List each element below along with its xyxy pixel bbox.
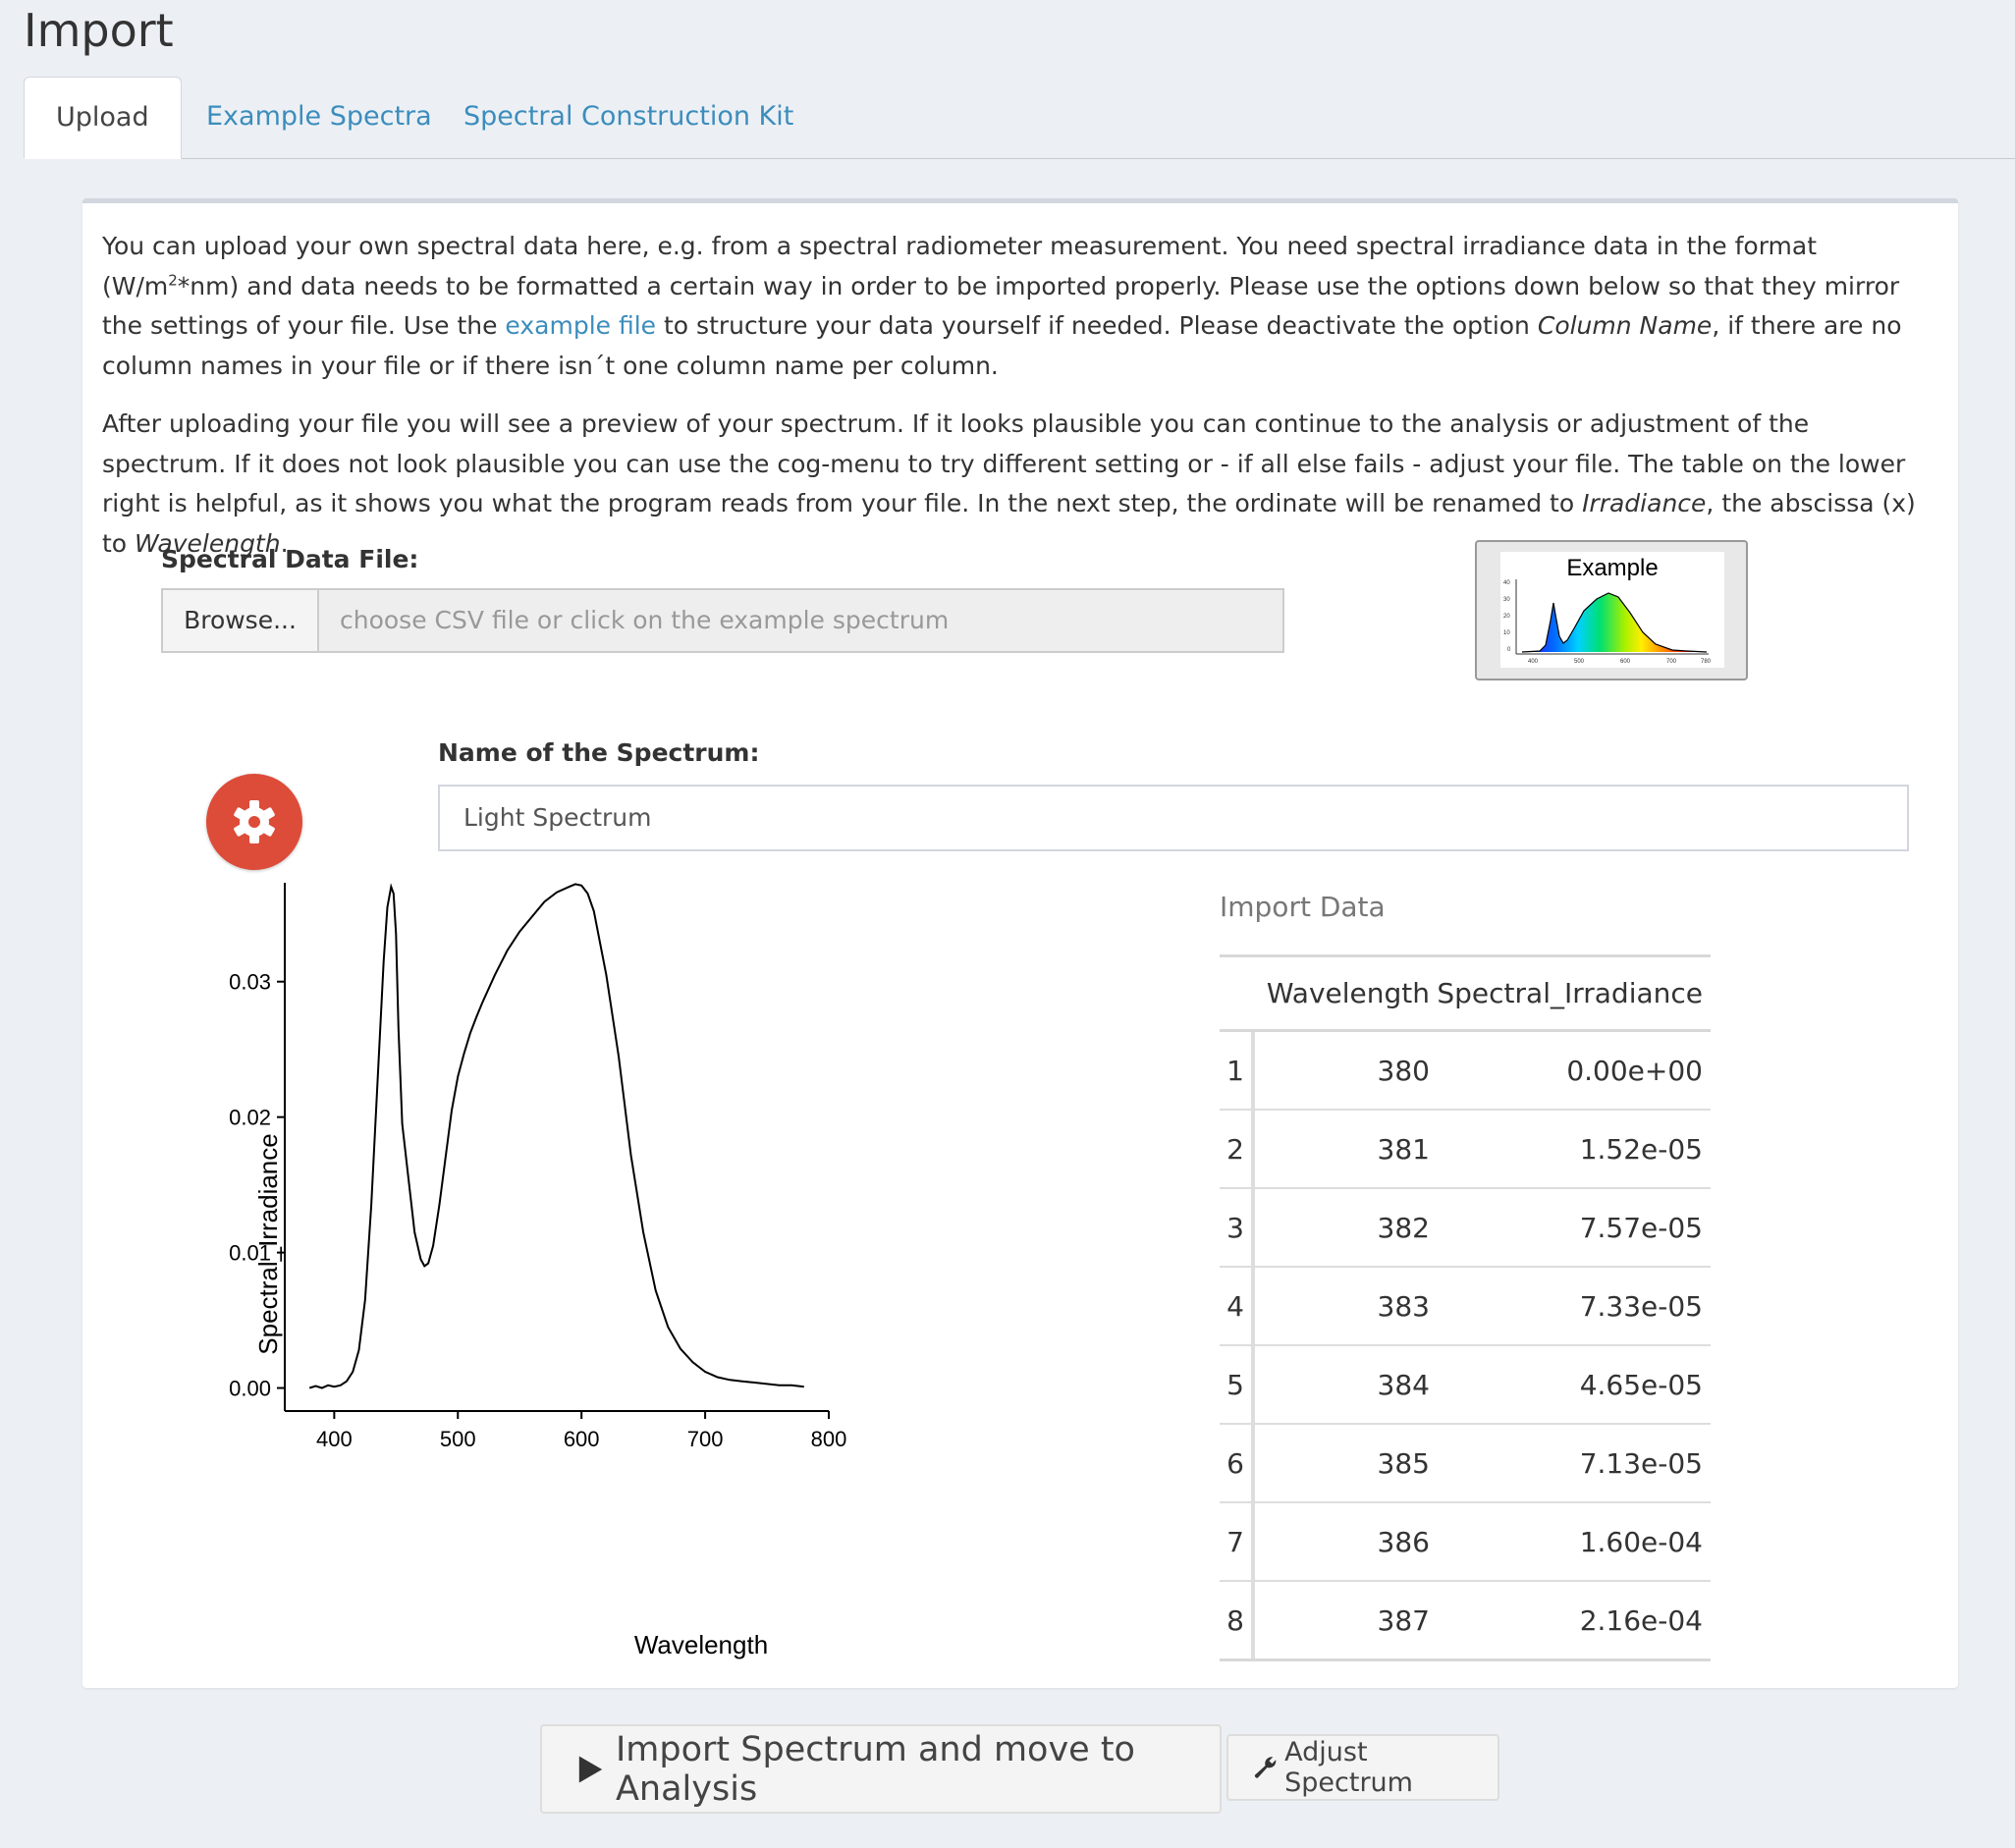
wavelength-cell: 384 [1377,1368,1430,1401]
spectral-irradiance-cell: 7.33e-05 [1579,1289,1703,1323]
row-index: 4 [1220,1268,1255,1344]
spectrum-name-input[interactable]: Light Spectrum [438,785,1909,851]
y-tick-label: 0.00 [229,1377,271,1401]
table-row: 1 380 0.00e+00 [1220,1032,1711,1111]
example-y-tick: 40 [1503,580,1510,586]
wavelength-cell: 382 [1377,1211,1430,1244]
chart-axes [284,883,829,1412]
example-spectrum-button[interactable]: Example 40 30 20 10 0 400 500 600 700 78… [1475,540,1748,680]
table-row: 5 384 4.65e-05 [1220,1346,1711,1425]
example-y-tick: 30 [1503,597,1510,603]
x-tick-label: 600 [564,1427,600,1451]
example-x-tick: 400 [1528,659,1539,665]
file-input[interactable]: Browse... choose CSV file or click on th… [161,588,1284,653]
table-header: Wavelength Spectral_Irradiance [1220,954,1711,1032]
x-axis-ticks: 400 500 600 700 800 [316,1411,846,1451]
column-header [1220,957,1255,1029]
spectral-irradiance-cell: 7.57e-05 [1579,1211,1703,1244]
column-header-spectral-irradiance: Spectral_Irradiance [1437,977,1703,1009]
spectral-irradiance-cell: 4.65e-05 [1579,1368,1703,1401]
wavelength-cell: 386 [1377,1525,1430,1558]
row-index: 6 [1220,1425,1255,1501]
row-index: 2 [1220,1111,1255,1187]
table-row: 6 385 7.13e-05 [1220,1425,1711,1503]
spectrum-line [308,883,804,1389]
y-tick-label: 0.02 [229,1106,271,1130]
wavelength-cell: 381 [1377,1132,1430,1166]
browse-button[interactable]: Browse... [163,590,319,651]
table-row: 8 387 2.16e-04 [1220,1582,1711,1661]
wrench-icon [1254,1757,1277,1778]
example-y-tick: 20 [1503,614,1510,620]
row-index: 5 [1220,1346,1255,1423]
adjust-button-label: Adjust Spectrum [1284,1737,1413,1798]
spectrum-name-label: Name of the Spectrum: [438,738,760,767]
wavelength-cell: 380 [1377,1054,1430,1087]
superscript: 2 [168,271,178,290]
tab-spectral-construction-kit[interactable]: Spectral Construction Kit [432,77,825,157]
table-row: 7 386 1.60e-04 [1220,1503,1711,1582]
tab-upload[interactable]: Upload [24,77,182,159]
example-spectrum-thumbnail: Example 40 30 20 10 0 400 500 600 700 78… [1500,552,1724,668]
example-title: Example [1566,555,1658,581]
file-placeholder: choose CSV file or click on the example … [340,606,950,634]
y-tick-label: 0.03 [229,970,271,995]
emphasis: Column Name [1537,311,1713,340]
file-input-label: Spectral Data File: [161,545,419,573]
wavelength-cell: 387 [1377,1603,1430,1637]
import-data-table: Wavelength Spectral_Irradiance 1 380 0.00e… [1220,954,1711,1661]
row-index: 8 [1220,1582,1255,1658]
table-row: 2 381 1.52e-05 [1220,1111,1711,1189]
example-y-tick: 10 [1503,630,1510,636]
row-index: 7 [1220,1503,1255,1580]
spectral-irradiance-cell: 7.13e-05 [1579,1446,1703,1480]
upload-panel: You can upload your own spectral data he… [82,198,1958,1688]
gear-icon [234,800,275,843]
tab-example-spectra[interactable]: Example Spectra [175,77,463,157]
import-spectrum-button[interactable]: Import Spectrum and move to Analysis [540,1724,1222,1814]
column-header-wavelength: Wavelength [1266,977,1430,1009]
spectral-irradiance-cell: 1.52e-05 [1579,1132,1703,1166]
example-x-tick: 500 [1574,659,1585,665]
example-y-tick: 0 [1507,647,1511,653]
row-index: 3 [1220,1189,1255,1266]
settings-cog-button[interactable] [206,774,302,870]
example-spectrum-image: Example 40 30 20 10 0 400 500 600 700 78… [1503,555,1712,665]
wavelength-cell: 383 [1377,1289,1430,1323]
row-index: 1 [1220,1032,1255,1109]
play-icon [578,1756,603,1782]
adjust-spectrum-button[interactable]: Adjust Spectrum [1226,1734,1499,1801]
x-tick-label: 500 [440,1427,476,1451]
example-x-tick: 780 [1701,659,1712,665]
wavelength-cell: 385 [1377,1446,1430,1480]
spectral-irradiance-cell: 2.16e-04 [1579,1603,1703,1637]
spectrum-chart: 400 500 600 700 800 0.000.010.020.03 Wavelen… [229,883,846,1659]
page-title: Import [24,4,174,57]
table-row: 3 382 7.57e-05 [1220,1189,1711,1268]
tab-bar: Upload Example Spectra Spectral Construc… [24,77,2015,159]
import-button-label: Import Spectrum and move to Analysis [615,1729,1135,1809]
emphasis: Irradiance [1582,489,1707,517]
x-tick-label: 700 [687,1427,724,1451]
y-axis-label: Spectral_Irradiance [253,1133,283,1354]
x-tick-label: 800 [811,1427,847,1451]
spectral-irradiance-cell: 1.60e-04 [1579,1525,1703,1558]
x-axis-label: Wavelength [634,1630,768,1659]
example-x-tick: 700 [1666,659,1677,665]
example-x-tick: 600 [1620,659,1631,665]
spectral-irradiance-cell: 0.00e+00 [1566,1054,1703,1087]
example-file-link[interactable]: example file [505,311,656,340]
x-tick-label: 400 [316,1427,353,1451]
intro-paragraph-1: You can upload your own spectral data he… [102,227,1938,386]
table-row: 4 383 7.33e-05 [1220,1268,1711,1346]
import-table-caption: Import Data [1220,891,1386,923]
intro-text: to structure your data yourself if neede… [656,311,1538,340]
